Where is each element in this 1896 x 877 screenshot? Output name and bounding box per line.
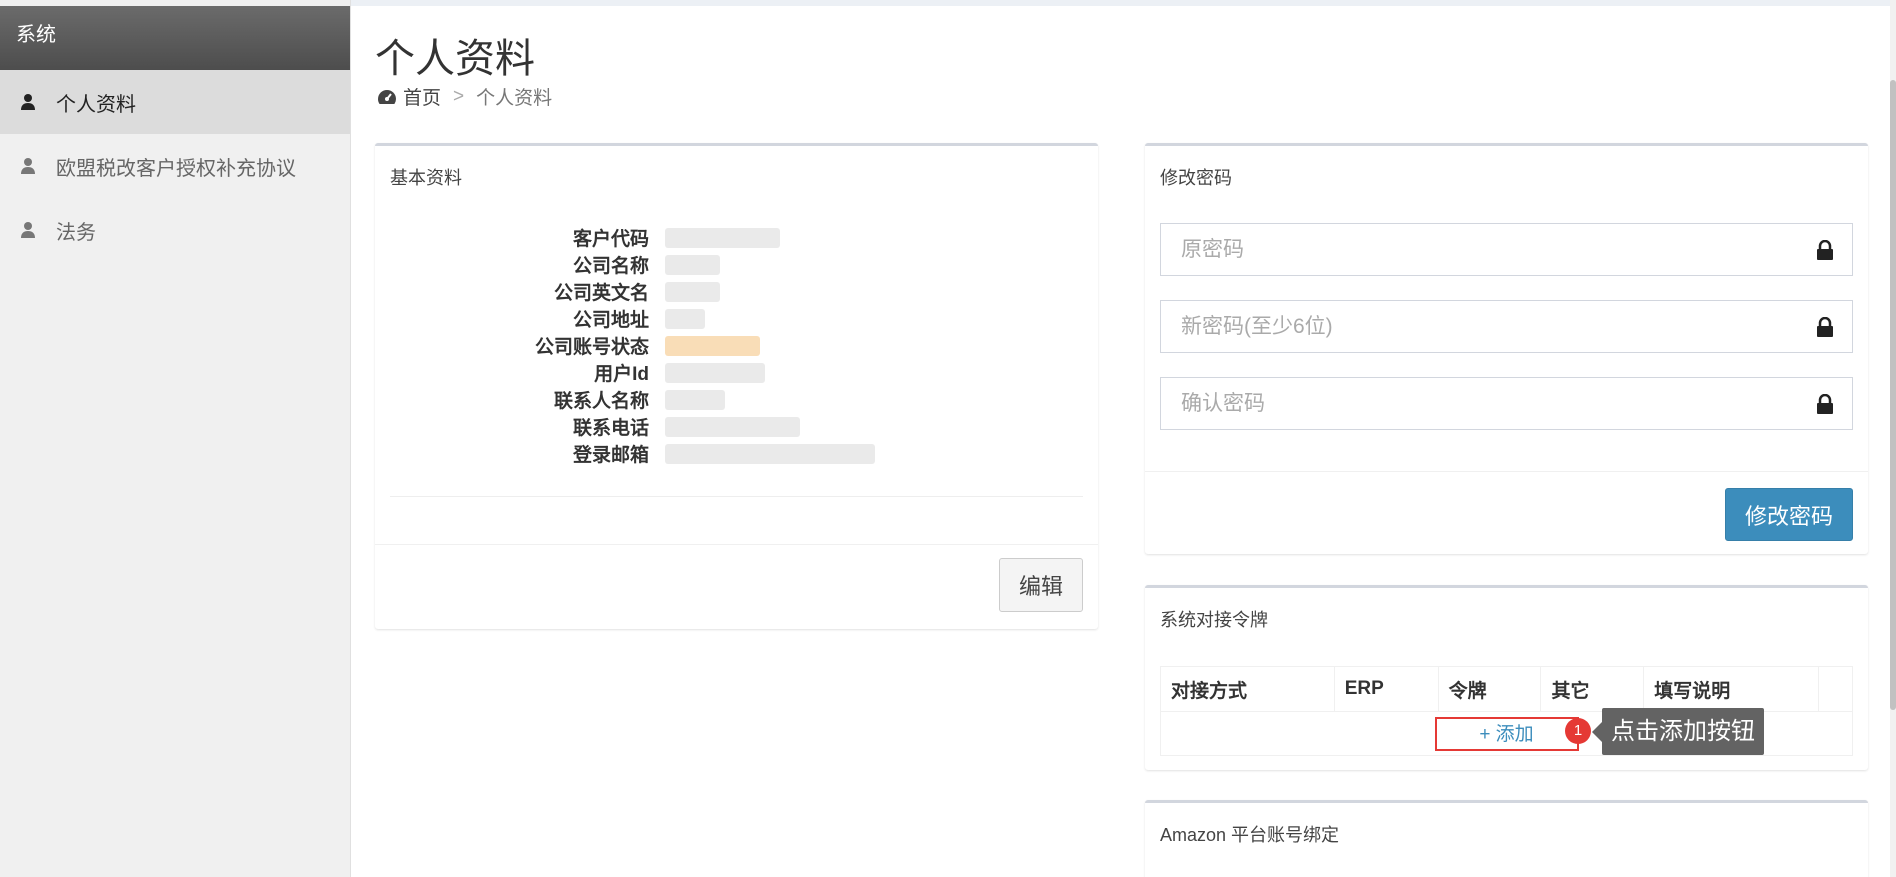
- info-row-company-name: 公司名称: [375, 251, 1098, 278]
- basic-info-panel: 基本资料 客户代码 公司名称 公司英文名 公司地址 公司账号状态 用户Id 联系…: [375, 143, 1098, 629]
- redacted-value: [665, 227, 780, 248]
- info-row-contact-name: 联系人名称: [375, 386, 1098, 413]
- redacted-value: [665, 443, 875, 464]
- scrollbar-thumb[interactable]: [1890, 80, 1896, 710]
- sidebar-item-profile[interactable]: 个人资料: [0, 70, 350, 134]
- user-icon: [21, 94, 35, 110]
- change-password-button[interactable]: 修改密码: [1725, 488, 1853, 541]
- info-row-company-en-name: 公司英文名: [375, 278, 1098, 305]
- change-password-title: 修改密码: [1160, 168, 1232, 188]
- info-label: 公司账号状态: [534, 337, 649, 358]
- info-label: 联系人名称: [553, 391, 649, 412]
- column-header: 对接方式: [1160, 666, 1335, 712]
- sidebar-item-label: 欧盟税改客户授权补充协议: [56, 157, 296, 180]
- lock-icon: [1817, 240, 1833, 260]
- column-header: ERP: [1333, 666, 1439, 712]
- old-password-input[interactable]: [1161, 224, 1852, 275]
- info-row-contact-phone: 联系电话: [375, 413, 1098, 440]
- info-label: 登录邮箱: [572, 445, 649, 466]
- info-row-account-status: 公司账号状态: [375, 332, 1098, 359]
- redacted-value: [665, 308, 705, 329]
- sidebar-item-legal[interactable]: 法务: [0, 198, 350, 262]
- sidebar-item-eu-tax-agreement[interactable]: 欧盟税改客户授权补充协议: [0, 134, 350, 198]
- redacted-status-badge: [665, 335, 760, 356]
- page-scrollbar[interactable]: [1890, 0, 1896, 877]
- sidebar-item-label: 法务: [56, 221, 96, 244]
- info-label: 公司英文名: [553, 283, 649, 304]
- sidebar: 系统 个人资料 欧盟税改客户授权补充协议 法务: [0, 0, 351, 877]
- new-password-field: [1160, 300, 1853, 353]
- info-row-customer-code: 客户代码: [375, 224, 1098, 251]
- top-strip: [351, 0, 1896, 6]
- amazon-binding-panel: Amazon 平台账号绑定: [1145, 800, 1868, 877]
- column-header: 其它: [1540, 666, 1645, 712]
- basic-info-title: 基本资料: [390, 168, 462, 188]
- api-token-title: 系统对接令牌: [1160, 610, 1268, 630]
- add-token-button[interactable]: + 添加: [1434, 716, 1579, 751]
- info-label: 联系电话: [572, 418, 649, 439]
- new-password-input[interactable]: [1161, 301, 1852, 352]
- redacted-value: [665, 281, 720, 302]
- lock-icon: [1817, 317, 1833, 337]
- info-row-user-id: 用户Id: [375, 359, 1098, 386]
- sidebar-header: 系统: [0, 6, 350, 70]
- divider: [375, 544, 1098, 545]
- info-row-login-email: 登录邮箱: [375, 440, 1098, 467]
- sidebar-item-label: 个人资料: [56, 93, 136, 116]
- info-label: 公司名称: [572, 256, 649, 277]
- column-header: 填写说明: [1643, 666, 1819, 712]
- info-label: 用户Id: [594, 364, 649, 385]
- divider: [390, 496, 1083, 497]
- breadcrumb: 首页 > 个人资料: [377, 83, 552, 110]
- user-icon: [21, 158, 35, 174]
- dashboard-icon: [378, 89, 396, 104]
- step-badge: 1: [1565, 718, 1591, 744]
- column-header: [1817, 666, 1854, 712]
- breadcrumb-home[interactable]: 首页: [403, 83, 441, 110]
- divider: [1145, 471, 1868, 472]
- confirm-password-input[interactable]: [1161, 378, 1852, 429]
- change-password-panel: 修改密码 修改密码: [1145, 143, 1868, 554]
- breadcrumb-separator: >: [453, 85, 465, 107]
- basic-info-list: 客户代码 公司名称 公司英文名 公司地址 公司账号状态 用户Id 联系人名称 联…: [375, 224, 1098, 467]
- amazon-binding-title: Amazon 平台账号绑定: [1160, 825, 1340, 845]
- old-password-field: [1160, 223, 1853, 276]
- table-header-row: 对接方式 ERP 令牌 其它 填写说明: [1160, 666, 1854, 712]
- info-label: 公司地址: [572, 310, 649, 331]
- info-label: 客户代码: [572, 229, 649, 250]
- column-header: 令牌: [1437, 666, 1542, 712]
- guide-tooltip: 点击添加按钮: [1592, 708, 1764, 755]
- redacted-value: [665, 389, 725, 410]
- confirm-password-field: [1160, 377, 1853, 430]
- info-row-company-address: 公司地址: [375, 305, 1098, 332]
- page-title: 个人资料: [375, 37, 535, 81]
- redacted-value: [665, 362, 765, 383]
- lock-icon: [1817, 394, 1833, 414]
- user-icon: [21, 222, 35, 238]
- breadcrumb-current: 个人资料: [476, 88, 553, 109]
- edit-button[interactable]: 编辑: [999, 558, 1083, 612]
- redacted-value: [665, 254, 720, 275]
- redacted-value: [665, 416, 800, 437]
